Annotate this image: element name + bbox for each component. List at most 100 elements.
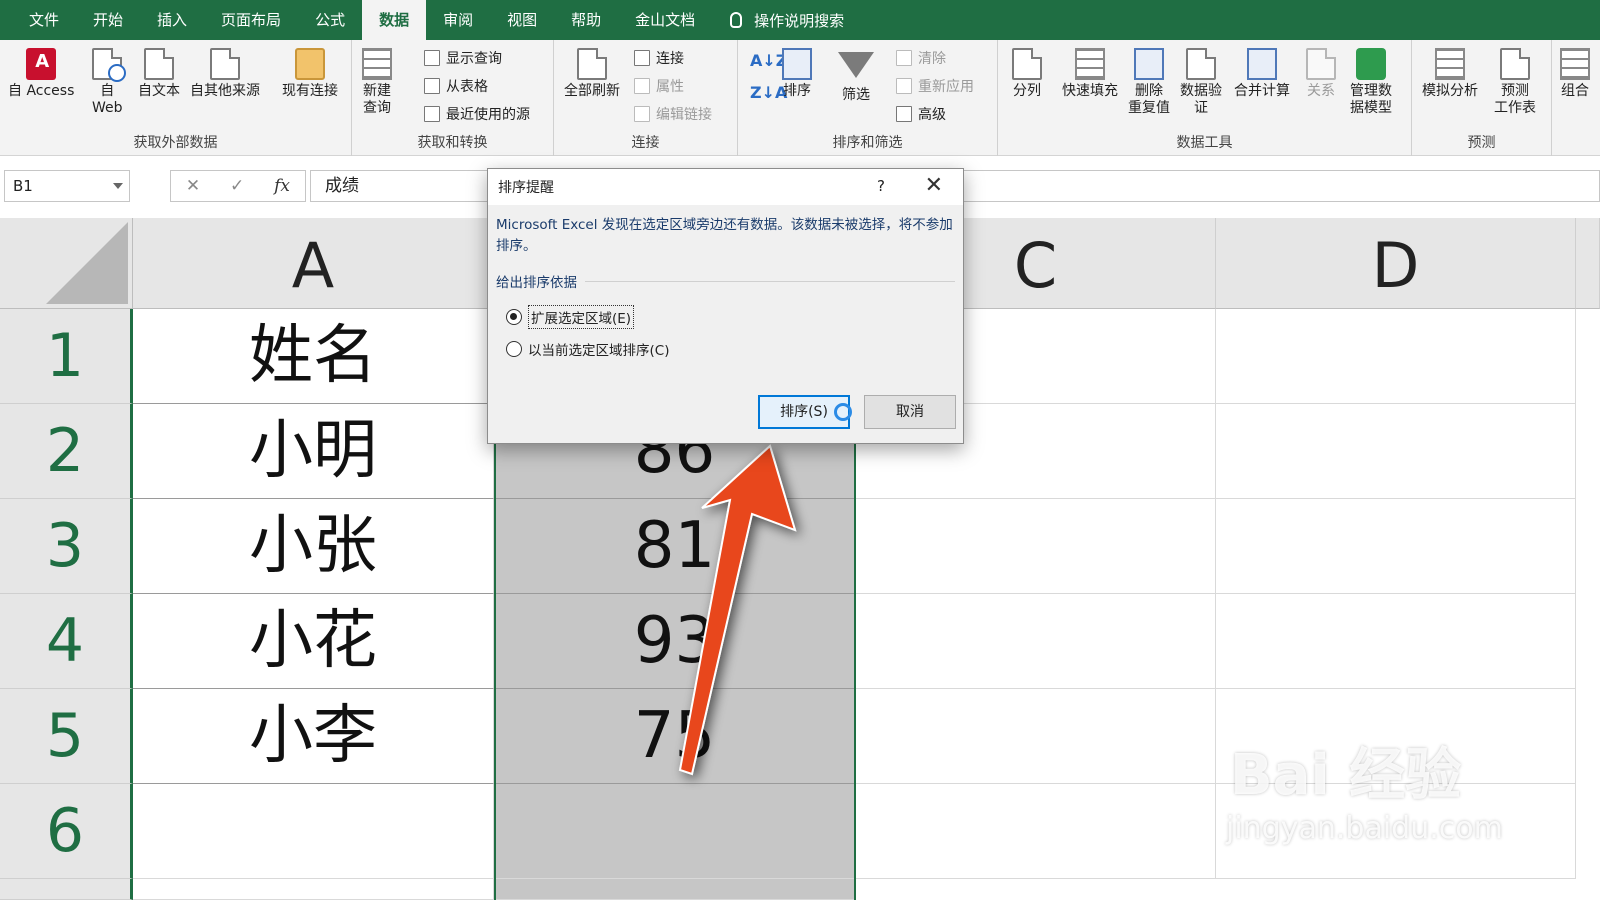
from-table-button[interactable]: 从表格: [424, 74, 530, 98]
connections-button[interactable]: 连接: [634, 46, 712, 70]
recent-sources-button[interactable]: 最近使用的源: [424, 102, 530, 126]
help-icon[interactable]: ?: [877, 177, 885, 195]
refresh-all-button[interactable]: 全部刷新: [564, 48, 620, 100]
forecast-sheet-icon: [1500, 48, 1530, 80]
option-expand-selection[interactable]: 扩展选定区域(E): [506, 305, 963, 329]
flash-fill-icon: [1075, 48, 1105, 80]
show-queries-icon: [424, 50, 440, 66]
forecast-sheet-button[interactable]: 预测 工作表: [1494, 48, 1536, 117]
cell-d3[interactable]: [1216, 499, 1576, 594]
cell-d4[interactable]: [1216, 594, 1576, 689]
row-header-3[interactable]: 3: [0, 499, 133, 594]
row-header-2[interactable]: 2: [0, 404, 133, 499]
recent-sources-icon: [424, 106, 440, 122]
select-all-corner[interactable]: [0, 218, 133, 309]
column-header-d[interactable]: D: [1216, 218, 1576, 309]
row-header-6[interactable]: 6: [0, 784, 133, 879]
properties-icon: [634, 78, 650, 94]
edit-links-button[interactable]: 编辑链接: [634, 102, 712, 126]
from-text-button[interactable]: 自文本: [138, 48, 180, 100]
confirm-entry-icon[interactable]: ✓: [230, 176, 244, 196]
tell-me-search[interactable]: 操作说明搜索: [730, 10, 844, 31]
column-header-e[interactable]: [1576, 218, 1600, 309]
group-forecast: 模拟分析 预测 工作表 预测: [1412, 40, 1552, 156]
radio-current-selection[interactable]: [506, 341, 522, 357]
cell-a2[interactable]: 小明: [133, 404, 494, 499]
properties-button[interactable]: 属性: [634, 74, 712, 98]
radio-expand-selection[interactable]: [506, 309, 522, 325]
menu-data[interactable]: 数据: [362, 0, 427, 40]
menu-view[interactable]: 视图: [490, 0, 554, 40]
reapply-icon: [896, 78, 912, 94]
from-access-button[interactable]: 自 Access: [8, 48, 74, 100]
sort-button[interactable]: 排序: [782, 48, 812, 100]
insert-function-icon[interactable]: fx: [274, 176, 290, 196]
cell-a1[interactable]: 姓名: [133, 309, 494, 404]
close-icon[interactable]: ✕: [925, 173, 943, 198]
dialog-titlebar[interactable]: 排序提醒 ? ✕: [488, 169, 963, 205]
cell-a3[interactable]: 小张: [133, 499, 494, 594]
filter-button[interactable]: 筛选: [838, 48, 874, 104]
dialog-title: 排序提醒: [498, 180, 554, 196]
cell-a5[interactable]: 小李: [133, 689, 494, 784]
other-sources-icon: [210, 48, 240, 80]
menu-help[interactable]: 帮助: [554, 0, 618, 40]
ribbon: 自 Access 自 Web 自文本 自其他来源 现有连接 获取外部数据 新建 …: [0, 40, 1600, 156]
relationships-button[interactable]: 关系: [1306, 48, 1336, 100]
clear-filter-button[interactable]: 清除: [896, 46, 974, 70]
remove-duplicates-icon: [1134, 48, 1164, 80]
cell-d1[interactable]: [1216, 309, 1576, 404]
from-web-button[interactable]: 自 Web: [92, 48, 127, 117]
text-to-columns-button[interactable]: 分列: [1012, 48, 1042, 100]
cell-b7[interactable]: [494, 879, 856, 900]
show-queries-button[interactable]: 显示查询: [424, 46, 530, 70]
cell-c3[interactable]: [856, 499, 1216, 594]
menu-bar: 文件 开始 插入 页面布局 公式 数据 审阅 视图 帮助 金山文档 操作说明搜索: [0, 0, 1600, 40]
group-rows-button[interactable]: 组合: [1560, 48, 1590, 100]
cell-c5[interactable]: [856, 689, 1216, 784]
name-box[interactable]: B1: [4, 170, 130, 202]
option-current-selection[interactable]: 以当前选定区域排序(C): [506, 339, 963, 359]
remove-duplicates-button[interactable]: 删除 重复值: [1128, 48, 1170, 117]
cell-a6[interactable]: [133, 784, 494, 879]
reapply-button[interactable]: 重新应用: [896, 74, 974, 98]
group-sort-filter: A↓Z Z↓A 排序 筛选 清除 重新应用 高级 排序和筛选: [738, 40, 998, 156]
refresh-icon: [577, 48, 607, 80]
column-header-a[interactable]: A: [133, 218, 494, 309]
access-icon: [26, 48, 57, 80]
advanced-filter-button[interactable]: 高级: [896, 102, 974, 126]
row-header-5[interactable]: 5: [0, 689, 133, 784]
new-query-icon: [362, 48, 392, 80]
arrow-shape: [678, 444, 797, 776]
cell-a7[interactable]: [133, 879, 494, 900]
what-if-analysis-button[interactable]: 模拟分析: [1422, 48, 1478, 100]
group-get-external-data: 自 Access 自 Web 自文本 自其他来源 现有连接 获取外部数据: [0, 40, 352, 156]
group-outline: 组合: [1552, 40, 1600, 156]
new-query-button[interactable]: 新建 查询: [362, 48, 392, 117]
data-validation-button[interactable]: 数据验 证: [1180, 48, 1222, 117]
menu-file[interactable]: 文件: [12, 0, 76, 40]
cancel-entry-icon[interactable]: ✕: [186, 176, 200, 196]
from-other-sources-button[interactable]: 自其他来源: [190, 48, 260, 100]
group-label-connections: 连接: [631, 135, 660, 151]
menu-home[interactable]: 开始: [76, 0, 140, 40]
row-header-7[interactable]: [0, 879, 133, 900]
manage-data-model-button[interactable]: 管理数 据模型: [1350, 48, 1392, 117]
cell-a4[interactable]: 小花: [133, 594, 494, 689]
flash-fill-button[interactable]: 快速填充: [1062, 48, 1118, 100]
existing-connections-button[interactable]: 现有连接: [282, 48, 338, 100]
group-data-tools: 分列 快速填充 删除 重复值 数据验 证 合并计算 关系 管理数 据模型 数据工…: [998, 40, 1412, 156]
row-header-4[interactable]: 4: [0, 594, 133, 689]
sort-basis-label: 给出排序依据: [496, 275, 577, 291]
cancel-button[interactable]: 取消: [864, 395, 956, 429]
menu-formulas[interactable]: 公式: [298, 0, 362, 40]
cell-c4[interactable]: [856, 594, 1216, 689]
row-header-1[interactable]: 1: [0, 309, 133, 404]
menu-review[interactable]: 审阅: [426, 0, 490, 40]
menu-kdocs[interactable]: 金山文档: [618, 0, 712, 40]
menu-page-layout[interactable]: 页面布局: [204, 0, 298, 40]
cell-c6[interactable]: [856, 784, 1216, 879]
cell-d2[interactable]: [1216, 404, 1576, 499]
consolidate-button[interactable]: 合并计算: [1234, 48, 1290, 100]
menu-insert[interactable]: 插入: [140, 0, 204, 40]
